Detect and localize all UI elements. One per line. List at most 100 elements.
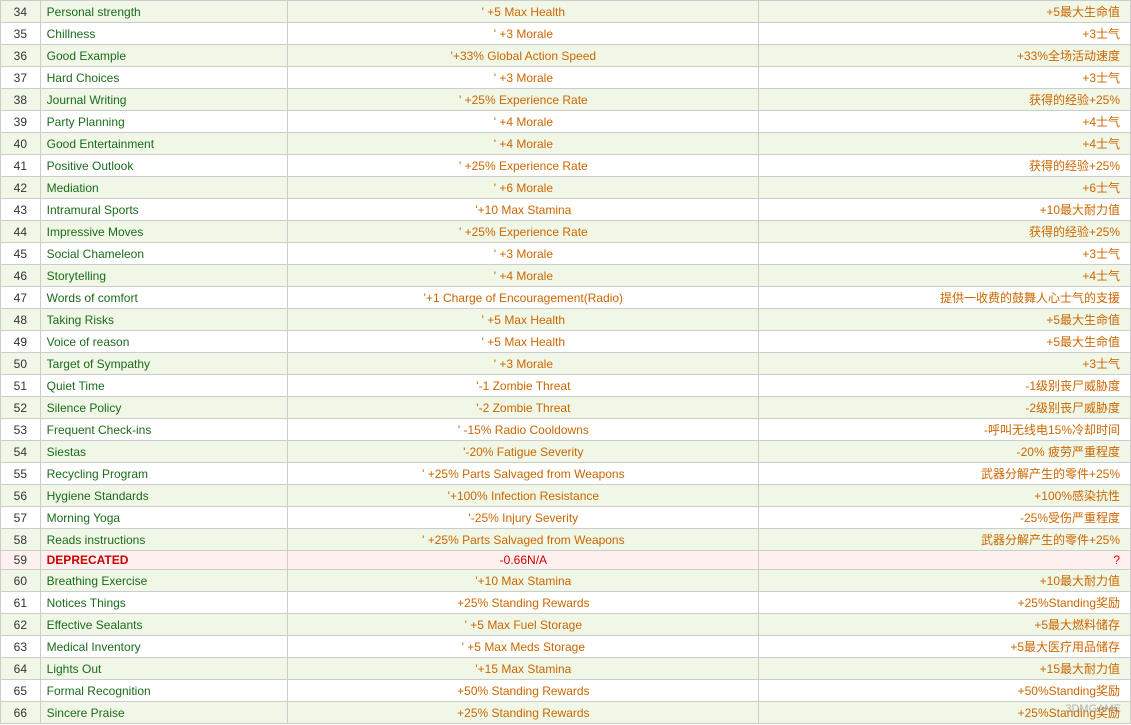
trait-effect: +50% Standing Rewards [288, 680, 759, 702]
trait-name: Silence Policy [40, 397, 288, 419]
trait-name: Positive Outlook [40, 155, 288, 177]
row-number: 60 [1, 570, 41, 592]
trait-cn: +5最大医疗用品储存 [759, 636, 1131, 658]
trait-name: Medical Inventory [40, 636, 288, 658]
trait-name: Frequent Check-ins [40, 419, 288, 441]
trait-name: Effective Sealants [40, 614, 288, 636]
trait-cn: -呼叫无线电15%冷却时间 [759, 419, 1131, 441]
trait-name: Hard Choices [40, 67, 288, 89]
table-row: 40Good Entertainment' +4 Morale+4士气 [1, 133, 1131, 155]
row-number: 39 [1, 111, 41, 133]
trait-effect: ' +4 Morale [288, 133, 759, 155]
trait-effect: '-25% Injury Severity [288, 507, 759, 529]
table-row: 62Effective Sealants' +5 Max Fuel Storag… [1, 614, 1131, 636]
table-row: 53Frequent Check-ins' -15% Radio Cooldow… [1, 419, 1131, 441]
table-row: 36Good Example'+33% Global Action Speed+… [1, 45, 1131, 67]
watermark: 3DMGAME [1065, 703, 1121, 715]
table-row: 58Reads instructions' +25% Parts Salvage… [1, 529, 1131, 551]
trait-name: Good Example [40, 45, 288, 67]
table-row: 60Breathing Exercise'+10 Max Stamina+10最… [1, 570, 1131, 592]
trait-cn: +5最大生命值 [759, 331, 1131, 353]
trait-cn: +3士气 [759, 67, 1131, 89]
trait-name: Storytelling [40, 265, 288, 287]
trait-cn: 武器分解产生的零件+25% [759, 463, 1131, 485]
row-number: 34 [1, 1, 41, 23]
trait-effect: ' +4 Morale [288, 265, 759, 287]
trait-effect: '+10 Max Stamina [288, 570, 759, 592]
table-row: 41Positive Outlook' +25% Experience Rate… [1, 155, 1131, 177]
trait-effect: '-20% Fatigue Severity [288, 441, 759, 463]
table-row: 64Lights Out'+15 Max Stamina+15最大耐力值 [1, 658, 1131, 680]
trait-effect: ' +25% Experience Rate [288, 155, 759, 177]
trait-name: Formal Recognition [40, 680, 288, 702]
table-row: 59DEPRECATED-0.66N/A? [1, 551, 1131, 570]
trait-effect: ' +3 Morale [288, 353, 759, 375]
trait-cn: +50%Standing奖励 [759, 680, 1131, 702]
trait-effect: ' +5 Max Health [288, 1, 759, 23]
table-row: 38Journal Writing' +25% Experience Rate获… [1, 89, 1131, 111]
trait-name: Intramural Sports [40, 199, 288, 221]
trait-effect: ' +5 Max Meds Storage [288, 636, 759, 658]
trait-cn: +33%全场活动速度 [759, 45, 1131, 67]
row-number: 54 [1, 441, 41, 463]
row-number: 66 [1, 702, 41, 724]
trait-cn: 武器分解产生的零件+25% [759, 529, 1131, 551]
table-row: 39Party Planning' +4 Morale+4士气 [1, 111, 1131, 133]
trait-name: Target of Sympathy [40, 353, 288, 375]
trait-name: Notices Things [40, 592, 288, 614]
row-number: 65 [1, 680, 41, 702]
trait-cn: +4士气 [759, 133, 1131, 155]
trait-effect: ' +3 Morale [288, 67, 759, 89]
trait-name: Personal strength [40, 1, 288, 23]
table-row: 43Intramural Sports'+10 Max Stamina+10最大… [1, 199, 1131, 221]
row-number: 41 [1, 155, 41, 177]
trait-cn: ? [759, 551, 1131, 570]
table-row: 61Notices Things+25% Standing Rewards+25… [1, 592, 1131, 614]
row-number: 45 [1, 243, 41, 265]
trait-name: Words of comfort [40, 287, 288, 309]
trait-effect: +25% Standing Rewards [288, 592, 759, 614]
trait-effect: ' +6 Morale [288, 177, 759, 199]
row-number: 63 [1, 636, 41, 658]
row-number: 52 [1, 397, 41, 419]
table-row: 63Medical Inventory' +5 Max Meds Storage… [1, 636, 1131, 658]
trait-cn: +25%Standing奖励 [759, 592, 1131, 614]
trait-name: Lights Out [40, 658, 288, 680]
table-row: 45Social Chameleon' +3 Morale+3士气 [1, 243, 1131, 265]
trait-effect: ' +5 Max Health [288, 331, 759, 353]
row-number: 61 [1, 592, 41, 614]
row-number: 64 [1, 658, 41, 680]
row-number: 40 [1, 133, 41, 155]
trait-cn: +4士气 [759, 111, 1131, 133]
trait-effect: ' +3 Morale [288, 23, 759, 45]
trait-cn: -20% 疲劳严重程度 [759, 441, 1131, 463]
row-number: 59 [1, 551, 41, 570]
table-row: 65Formal Recognition+50% Standing Reward… [1, 680, 1131, 702]
trait-cn: 获得的经验+25% [759, 155, 1131, 177]
trait-name: Chillness [40, 23, 288, 45]
row-number: 62 [1, 614, 41, 636]
row-number: 56 [1, 485, 41, 507]
table-row: 42Mediation' +6 Morale+6士气 [1, 177, 1131, 199]
trait-name: Siestas [40, 441, 288, 463]
trait-effect: '-1 Zombie Threat [288, 375, 759, 397]
trait-effect: '+1 Charge of Encouragement(Radio) [288, 287, 759, 309]
row-number: 50 [1, 353, 41, 375]
row-number: 35 [1, 23, 41, 45]
trait-name: Party Planning [40, 111, 288, 133]
trait-name: DEPRECATED [40, 551, 288, 570]
trait-cn: +100%感染抗性 [759, 485, 1131, 507]
table-row: 44Impressive Moves' +25% Experience Rate… [1, 221, 1131, 243]
trait-effect: ' +25% Experience Rate [288, 221, 759, 243]
trait-cn: +5最大燃料储存 [759, 614, 1131, 636]
trait-effect: ' +5 Max Health [288, 309, 759, 331]
trait-cn: +4士气 [759, 265, 1131, 287]
table-row: 66Sincere Praise+25% Standing Rewards+25… [1, 702, 1131, 724]
trait-name: Journal Writing [40, 89, 288, 111]
trait-name: Hygiene Standards [40, 485, 288, 507]
trait-effect: ' +3 Morale [288, 243, 759, 265]
trait-cn: +3士气 [759, 243, 1131, 265]
row-number: 51 [1, 375, 41, 397]
row-number: 37 [1, 67, 41, 89]
table-row: 50Target of Sympathy' +3 Morale+3士气 [1, 353, 1131, 375]
